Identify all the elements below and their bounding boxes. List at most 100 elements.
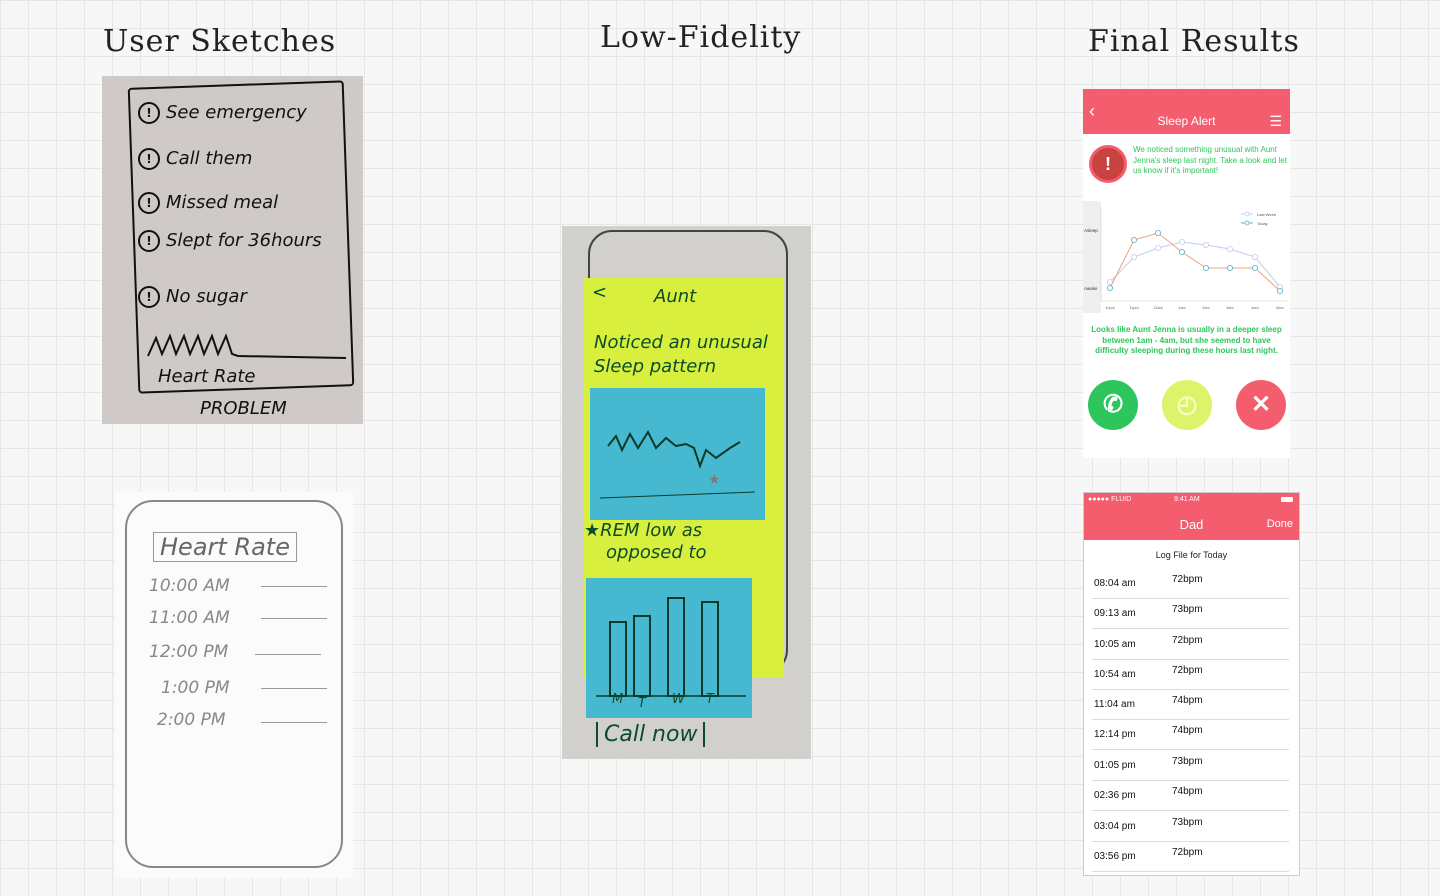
close-icon: ✕: [1250, 391, 1272, 418]
sketch-heart-rate-label: Heart Rate: [158, 366, 256, 387]
sketch-heart-rate-title: Heart Rate: [153, 532, 297, 562]
log-time: 09:13 am: [1094, 608, 1136, 619]
log-time: 03:04 pm: [1094, 821, 1136, 832]
nav-bar: Dad Done: [1084, 507, 1299, 540]
log-bpm: 74bpm: [1172, 786, 1203, 797]
log-row[interactable]: 10:54 am 72bpm: [1092, 659, 1289, 690]
log-row[interactable]: 12:14 pm 74bpm: [1092, 719, 1289, 750]
clock-icon: ◴: [1176, 391, 1198, 418]
contact-avatar: !: [1089, 145, 1127, 183]
alert-icon: !: [138, 192, 160, 214]
heading-final-results: Final Results: [1088, 24, 1300, 59]
dismiss-button[interactable]: ✕: [1236, 380, 1286, 430]
lowfi-contact-name: Aunt: [654, 286, 697, 307]
log-bpm: 72bpm: [1172, 665, 1203, 676]
y-label-awake: Awake: [1084, 286, 1098, 291]
x-tick-label: 2am: [1202, 306, 1209, 310]
day-label: T: [638, 696, 646, 711]
alert-message: We noticed something unusual with Aunt J…: [1133, 145, 1287, 175]
alert-icon: !: [138, 102, 160, 124]
status-time: 9:41 AM: [1174, 496, 1200, 503]
snooze-button[interactable]: ◴: [1162, 380, 1212, 430]
x-tick-label: 4am: [1251, 306, 1258, 310]
sketch-list-item: ! Missed meal: [138, 192, 278, 214]
sketch-log-line: [261, 688, 327, 689]
alert-icon: !: [138, 148, 160, 170]
sketch-log-time: 12:00 PM: [149, 642, 229, 662]
call-button[interactable]: ✆: [1088, 380, 1138, 430]
sleep-line-sketch: ★: [599, 429, 756, 499]
final-heart-rate-log-screen: ●●●●● FLUID 9:41 AM Dad Done Log File fo…: [1083, 492, 1300, 876]
x-tick-label: 3am: [1226, 306, 1233, 310]
log-file-title: Log File for Today: [1155, 550, 1228, 560]
log-row[interactable]: 03:56 pm 72bpm: [1092, 841, 1289, 872]
user-sketch-heart-rate-log: Heart Rate 10:00 AM 11:00 AM 12:00 PM 1:…: [115, 492, 353, 878]
log-time: 02:36 pm: [1094, 790, 1136, 801]
low-fidelity-prototype: < Aunt Noticed an unusual Sleep pattern …: [562, 226, 811, 759]
battery-icon: [1281, 497, 1293, 502]
lowfi-rem-line-2: opposed to: [606, 542, 707, 563]
sleep-insight-note: Looks like Aunt Jenna is usually in a de…: [1091, 325, 1282, 355]
heart-rate-scribble: [147, 333, 347, 359]
x-tick-label: 10pm: [1105, 306, 1115, 310]
sketch-list-item: ! Slept for 36hours: [138, 230, 322, 252]
log-time: 01:05 pm: [1094, 760, 1136, 771]
sketch-log-time: 1:00 PM: [161, 678, 230, 698]
log-time: 08:04 am: [1094, 578, 1136, 589]
weekly-bars-sketch: [596, 597, 746, 697]
svg-text:★: ★: [708, 471, 721, 487]
log-bpm: 72bpm: [1172, 847, 1203, 858]
log-row[interactable]: 01:05 pm 73bpm: [1092, 750, 1289, 781]
sleep-comparison-chart: Asleep Awake Last Week Today 10pm 11pm 1…: [1083, 201, 1288, 313]
log-row[interactable]: 09:13 am 73bpm: [1092, 598, 1289, 629]
log-bpm: 73bpm: [1172, 756, 1203, 767]
lowfi-rem-line-1: ★REM low as: [584, 520, 703, 541]
done-button[interactable]: Done: [1267, 518, 1293, 530]
sleep-alert-header: ‹ Sleep Alert ☰: [1083, 89, 1290, 134]
sketch-log-time: 2:00 PM: [157, 710, 226, 730]
sketch-log-line: [261, 618, 327, 619]
log-bpm: 74bpm: [1172, 695, 1203, 706]
sketch-log-time: 10:00 AM: [149, 576, 230, 596]
day-label: M: [612, 692, 624, 707]
user-sketch-emergency-list: ! See emergency ! Call them ! Missed meal !…: [102, 76, 363, 424]
day-label: W: [672, 692, 685, 707]
status-carrier: ●●●●● FLUID: [1088, 496, 1132, 503]
log-row[interactable]: 11:04 am 74bpm: [1092, 689, 1289, 720]
sketch-list-item: ! See emergency: [138, 102, 307, 124]
sketch-log-line: [261, 586, 327, 587]
alert-icon: !: [138, 286, 160, 308]
x-tick-label: 1am: [1178, 306, 1185, 310]
day-label: T: [706, 692, 714, 707]
x-tick-label: 11pm: [1129, 306, 1138, 310]
log-row[interactable]: 03:04 pm 73bpm: [1092, 811, 1289, 842]
sketch-log-line: [255, 654, 321, 655]
sketch-list-item: ! Call them: [138, 148, 252, 170]
log-bpm: 73bpm: [1172, 817, 1203, 828]
menu-list-icon[interactable]: ☰: [1269, 113, 1282, 130]
lowfi-message-line-1: Noticed an unusual: [594, 332, 768, 353]
log-time: 10:54 am: [1094, 669, 1136, 680]
x-tick-label: 5am: [1276, 306, 1283, 310]
x-tick-label: 12am: [1153, 306, 1163, 310]
heading-user-sketches: User Sketches: [103, 24, 337, 59]
log-time: 12:14 pm: [1094, 729, 1136, 740]
log-row[interactable]: 02:36 pm 74bpm: [1092, 780, 1289, 811]
log-time: 10:05 am: [1094, 639, 1136, 650]
phone-icon: ✆: [1102, 391, 1124, 418]
sketch-log-time: 11:00 AM: [149, 608, 230, 628]
chart-legend: Last Week Today: [1241, 211, 1276, 226]
blue-sticky-note-bars: M T W T: [586, 578, 752, 718]
sleep-alert-title: Sleep Alert: [1157, 114, 1216, 128]
log-bpm: 73bpm: [1172, 604, 1203, 615]
legend-today: Today: [1257, 221, 1268, 226]
sketch-problem-label: PROBLEM: [200, 398, 287, 419]
log-row[interactable]: 08:04 am 72bpm: [1092, 568, 1289, 599]
back-arrow-icon: <: [592, 282, 608, 303]
call-now-button[interactable]: Call now: [596, 722, 706, 747]
legend-last-week: Last Week: [1257, 212, 1276, 217]
log-row[interactable]: 10:05 am 72bpm: [1092, 629, 1289, 660]
heading-low-fidelity: Low-Fidelity: [600, 20, 802, 55]
final-sleep-alert-screen: ‹ Sleep Alert ☰ ! We noticed something u…: [1083, 89, 1290, 458]
log-bpm: 72bpm: [1172, 574, 1203, 585]
